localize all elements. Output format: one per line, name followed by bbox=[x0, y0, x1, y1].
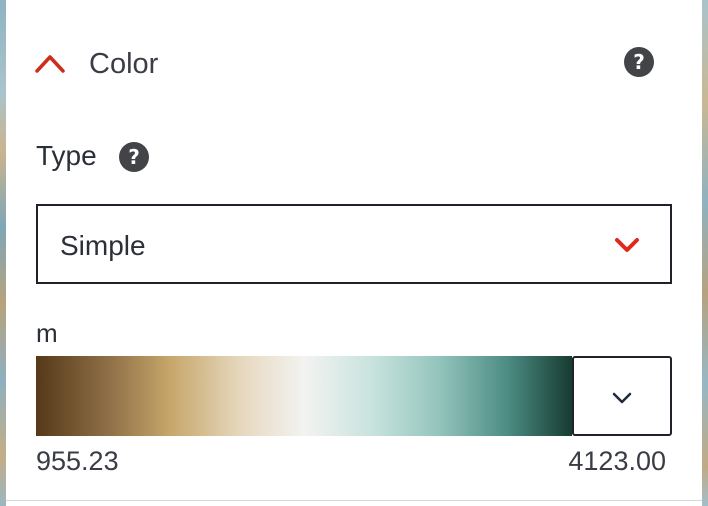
ramp-unit-label: m bbox=[36, 318, 58, 348]
ramp-min-value: 955.23 bbox=[36, 446, 119, 476]
question-circle-icon[interactable]: ? bbox=[624, 47, 654, 77]
map-background-right bbox=[702, 0, 708, 506]
color-ramp-preview bbox=[36, 356, 572, 436]
chevron-down-icon bbox=[612, 392, 632, 404]
color-settings-panel: Color ? Type ? Simple m 955.23 4123.00 bbox=[6, 0, 702, 501]
type-help-question-icon[interactable]: ? bbox=[119, 142, 149, 172]
type-select[interactable]: Simple bbox=[36, 204, 672, 284]
ramp-max-value: 4123.00 bbox=[568, 446, 666, 476]
color-section-header[interactable]: Color ? bbox=[6, 30, 702, 100]
chevron-down-icon bbox=[615, 238, 639, 252]
type-select-value: Simple bbox=[60, 230, 146, 261]
color-ramp-picker-button[interactable] bbox=[572, 356, 672, 436]
chevron-up-icon[interactable] bbox=[34, 52, 66, 74]
section-title: Color bbox=[89, 48, 159, 80]
type-label: Type bbox=[36, 140, 97, 171]
